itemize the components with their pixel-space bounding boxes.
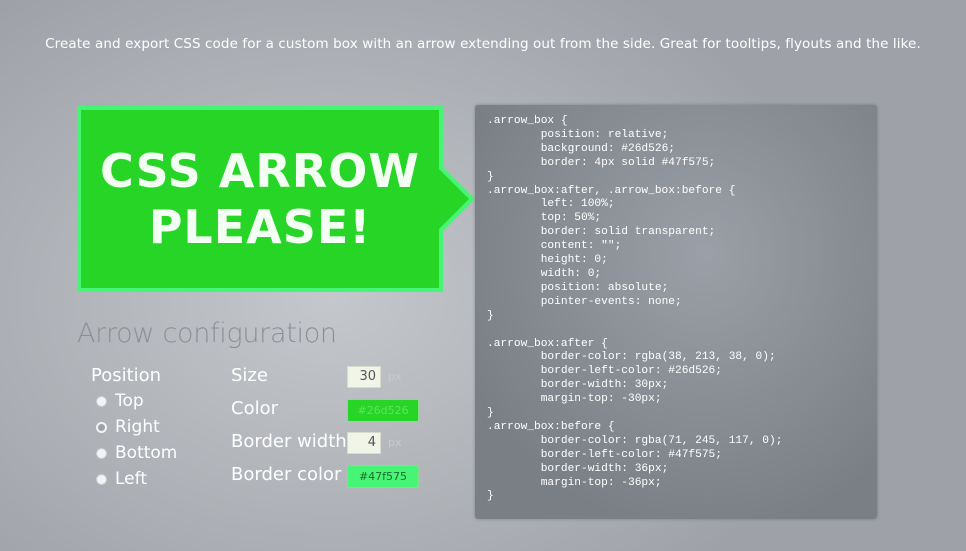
preview-heading: CSS ARROW PLEASE!: [100, 143, 420, 255]
radio-bottom-label: Bottom: [115, 443, 178, 463]
border-color-input[interactable]: #47f575: [347, 465, 419, 488]
radio-left-indicator[interactable]: [96, 473, 107, 485]
position-label: Position: [91, 365, 162, 386]
border-color-label: Border color: [231, 464, 342, 485]
code-output-panel[interactable]: .arrow_box { position: relative; backgro…: [475, 105, 877, 519]
radio-bottom[interactable]: Bottom: [96, 443, 177, 463]
preview-line-2: PLEASE!: [148, 200, 372, 254]
size-label: Size: [231, 365, 268, 386]
radio-left-label: Left: [115, 469, 147, 489]
color-input[interactable]: #26d526: [347, 399, 419, 422]
radio-top[interactable]: Top: [96, 391, 144, 411]
radio-top-label: Top: [115, 391, 144, 411]
border-width-unit: px: [388, 436, 402, 449]
radio-bottom-indicator[interactable]: [96, 447, 107, 459]
radio-left[interactable]: Left: [96, 469, 147, 489]
config-title: Arrow configuration: [77, 318, 337, 349]
radio-top-indicator[interactable]: [96, 395, 107, 407]
css-code[interactable]: .arrow_box { position: relative; backgro…: [487, 115, 782, 504]
radio-right[interactable]: Right: [96, 417, 160, 437]
border-width-label: Border width: [231, 431, 347, 452]
preview-line-1: CSS ARROW: [99, 144, 421, 198]
arrow-box-preview: CSS ARROW PLEASE!: [77, 106, 475, 292]
radio-right-label: Right: [115, 417, 160, 437]
radio-right-indicator[interactable]: [96, 421, 107, 433]
color-label: Color: [231, 398, 278, 419]
size-unit: px: [388, 370, 402, 383]
size-input[interactable]: 30: [347, 366, 381, 388]
page-tagline: Create and export CSS code for a custom …: [45, 36, 921, 52]
border-width-input[interactable]: 4: [347, 432, 381, 454]
